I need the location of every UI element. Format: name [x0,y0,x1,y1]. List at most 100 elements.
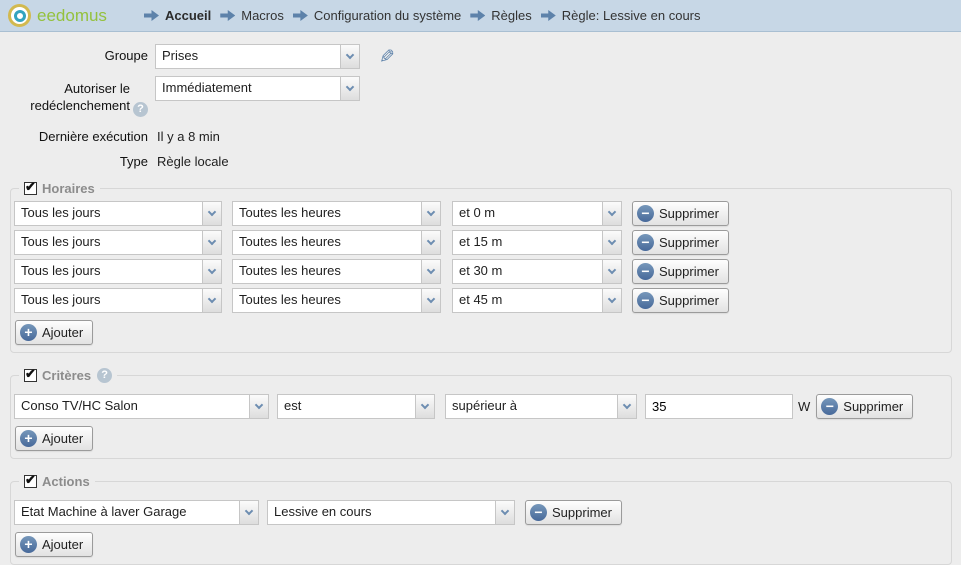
breadcrumb-item-macros[interactable]: Macros [220,8,284,23]
actions-legend: Actions [42,474,90,489]
chevron-down-icon[interactable] [202,260,221,283]
minute-select-value: et 0 m [453,202,602,225]
chevron-down-icon[interactable] [340,45,359,68]
chevron-down-icon[interactable] [340,77,359,100]
groupe-select-value: Prises [156,45,340,68]
hour-select-value: Toutes les heures [233,260,421,283]
help-icon[interactable]: ? [97,368,112,383]
add-criteria-button[interactable]: + Ajouter [15,426,93,451]
action-device-select[interactable]: Etat Machine à laver Garage [14,500,259,525]
groupe-select[interactable]: Prises [155,44,360,69]
minus-circle-icon: − [637,263,654,280]
hour-select[interactable]: Toutes les heures [232,201,441,226]
plus-circle-icon: + [20,324,37,341]
add-action-button[interactable]: + Ajouter [15,532,93,557]
groupe-label: Groupe [0,44,155,63]
minute-select[interactable]: et 45 m [452,288,622,313]
action-state-select[interactable]: Lessive en cours [267,500,515,525]
delete-action-button[interactable]: − Supprimer [525,500,622,525]
check-icon: ✔ [25,180,36,193]
plus-circle-icon: + [20,536,37,553]
delete-button-label: Supprimer [659,206,719,221]
chevron-down-icon[interactable] [202,202,221,225]
horaires-section: ✔ Horaires Tous les jours Toutes les heu… [10,181,952,353]
minute-select-value: et 30 m [453,260,602,283]
retrigger-select[interactable]: Immédiatement [155,76,360,101]
chevron-down-icon[interactable] [202,231,221,254]
delete-schedule-button[interactable]: − Supprimer [632,259,729,284]
breadcrumb-item-regle-lessive[interactable]: Règle: Lessive en cours [541,8,701,23]
breadcrumb-label: Règles [491,8,531,23]
minus-circle-icon: − [637,234,654,251]
criteria-comparison-value: supérieur à [446,395,617,418]
delete-button-label: Supprimer [659,235,719,250]
hour-select[interactable]: Toutes les heures [232,288,441,313]
add-button-label: Ajouter [42,431,83,446]
day-select[interactable]: Tous les jours [14,259,222,284]
breadcrumb-arrow-icon [220,10,235,21]
actions-row: Etat Machine à laver Garage Lessive en c… [14,500,945,525]
criteres-checkbox[interactable]: ✔ [24,369,37,382]
day-select-value: Tous les jours [15,289,202,312]
chevron-down-icon[interactable] [495,501,514,524]
chevron-down-icon[interactable] [421,202,440,225]
breadcrumb-arrow-icon [144,10,159,21]
chevron-down-icon[interactable] [421,260,440,283]
minute-select[interactable]: et 30 m [452,259,622,284]
day-select[interactable]: Tous les jours [14,201,222,226]
chevron-down-icon[interactable] [249,395,268,418]
breadcrumb-arrow-icon [470,10,485,21]
minute-select[interactable]: et 0 m [452,201,622,226]
criteria-device-select[interactable]: Conso TV/HC Salon [14,394,269,419]
criteres-section: ✔ Critères ? Conso TV/HC Salon est supér… [10,368,952,459]
chevron-down-icon[interactable] [602,289,621,312]
chevron-down-icon[interactable] [617,395,636,418]
breadcrumb-label: Configuration du système [314,8,461,23]
eedomus-logo[interactable]: eedomus [8,4,126,27]
horaires-checkbox[interactable]: ✔ [24,182,37,195]
logo-text: eedomus [37,6,107,26]
delete-schedule-button[interactable]: − Supprimer [632,288,729,313]
day-select-value: Tous les jours [15,202,202,225]
chevron-down-icon[interactable] [202,289,221,312]
hour-select[interactable]: Toutes les heures [232,230,441,255]
minute-select[interactable]: et 15 m [452,230,622,255]
check-icon: ✔ [25,473,36,486]
breadcrumb: Accueil Macros Configuration du système … [144,8,701,23]
actions-checkbox[interactable]: ✔ [24,475,37,488]
delete-schedule-button[interactable]: − Supprimer [632,230,729,255]
chevron-down-icon[interactable] [421,231,440,254]
hour-select[interactable]: Toutes les heures [232,259,441,284]
horaires-row: Tous les jours Toutes les heures et 0 m … [14,201,945,226]
delete-button-label: Supprimer [552,505,612,520]
help-icon[interactable]: ? [133,102,148,117]
breadcrumb-item-regles[interactable]: Règles [470,8,531,23]
last-execution-value: Il y a 8 min [155,125,220,144]
top-header: eedomus Accueil Macros Configuration du … [0,0,961,32]
chevron-down-icon[interactable] [415,395,434,418]
delete-schedule-button[interactable]: − Supprimer [632,201,729,226]
breadcrumb-label: Règle: Lessive en cours [562,8,701,23]
criteres-row: Conso TV/HC Salon est supérieur à W − Su… [14,394,945,419]
edit-group-icon[interactable]: ✎ [379,46,395,69]
chevron-down-icon[interactable] [602,202,621,225]
horaires-row: Tous les jours Toutes les heures et 30 m… [14,259,945,284]
unit-label: W [798,399,810,414]
criteria-device-value: Conso TV/HC Salon [15,395,249,418]
day-select[interactable]: Tous les jours [14,288,222,313]
add-button-label: Ajouter [42,537,83,552]
criteria-operator-value: est [278,395,415,418]
action-state-value: Lessive en cours [268,501,495,524]
chevron-down-icon[interactable] [602,260,621,283]
chevron-down-icon[interactable] [239,501,258,524]
criteria-comparison-select[interactable]: supérieur à [445,394,637,419]
chevron-down-icon[interactable] [421,289,440,312]
delete-criteria-button[interactable]: − Supprimer [816,394,913,419]
add-schedule-button[interactable]: + Ajouter [15,320,93,345]
criteria-threshold-input[interactable] [645,394,793,419]
criteria-operator-select[interactable]: est [277,394,435,419]
chevron-down-icon[interactable] [602,231,621,254]
breadcrumb-item-accueil[interactable]: Accueil [144,8,211,23]
breadcrumb-item-configuration[interactable]: Configuration du système [293,8,461,23]
day-select[interactable]: Tous les jours [14,230,222,255]
